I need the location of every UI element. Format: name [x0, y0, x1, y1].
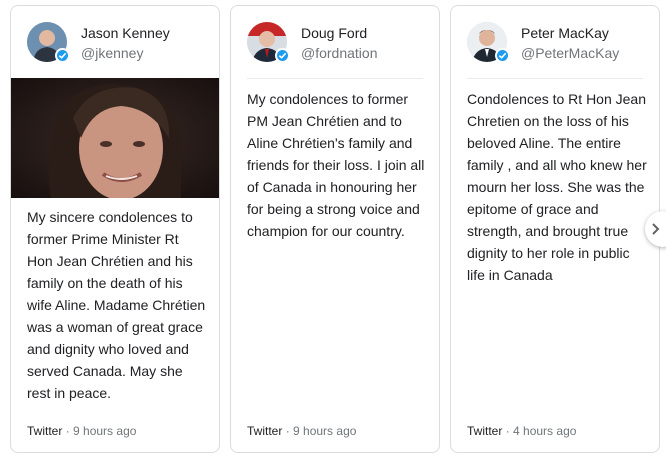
tweet-source[interactable]: Twitter — [467, 424, 502, 438]
tweet-photo[interactable] — [11, 78, 219, 198]
author-handle[interactable]: @jkenney — [81, 45, 143, 61]
separator: · — [65, 424, 70, 438]
tweet-text: My sincere condolences to former Prime M… — [27, 209, 206, 401]
verified-badge-icon — [275, 48, 290, 63]
chevron-right-icon — [652, 223, 660, 235]
tweet-source[interactable]: Twitter — [27, 424, 62, 438]
tweet-card-doug-ford[interactable]: Doug Ford @fordnation My condolences to … — [230, 5, 440, 453]
author-name[interactable]: Doug Ford — [301, 25, 367, 41]
author-name[interactable]: Peter MacKay — [521, 25, 609, 41]
tweet-card-jason-kenney[interactable]: Jason Kenney @jkenney My sincere condole… — [10, 5, 220, 453]
tweet-text: My condolences to former PM Jean Chrétie… — [247, 91, 425, 239]
tweet-time[interactable]: 4 hours ago — [513, 424, 576, 438]
verified-badge-icon — [55, 48, 70, 63]
divider — [247, 78, 423, 79]
verified-badge-icon — [495, 48, 510, 63]
tweet-footer: Twitter · 9 hours ago — [27, 424, 136, 438]
separator: · — [505, 424, 510, 438]
author-handle[interactable]: @PeterMacKay — [521, 45, 619, 61]
tweet-header: Doug Ford @fordnation — [247, 20, 429, 64]
separator: · — [285, 424, 290, 438]
tweet-footer: Twitter · 4 hours ago — [467, 424, 576, 438]
tweet-header: Jason Kenney @jkenney — [27, 20, 209, 64]
tweet-time[interactable]: 9 hours ago — [293, 424, 356, 438]
tweet-header: Peter MacKay @PeterMacKay — [467, 20, 649, 64]
tweet-source[interactable]: Twitter — [247, 424, 282, 438]
divider — [467, 78, 643, 79]
tweet-footer: Twitter · 9 hours ago — [247, 424, 356, 438]
tweet-text: Condolences to Rt Hon Jean Chretien on t… — [467, 91, 647, 283]
tweet-card-peter-mackay[interactable]: Peter MacKay @PeterMacKay Condolences to… — [450, 5, 660, 453]
author-handle[interactable]: @fordnation — [301, 45, 377, 61]
tweet-time[interactable]: 9 hours ago — [73, 424, 136, 438]
author-name[interactable]: Jason Kenney — [81, 25, 170, 41]
